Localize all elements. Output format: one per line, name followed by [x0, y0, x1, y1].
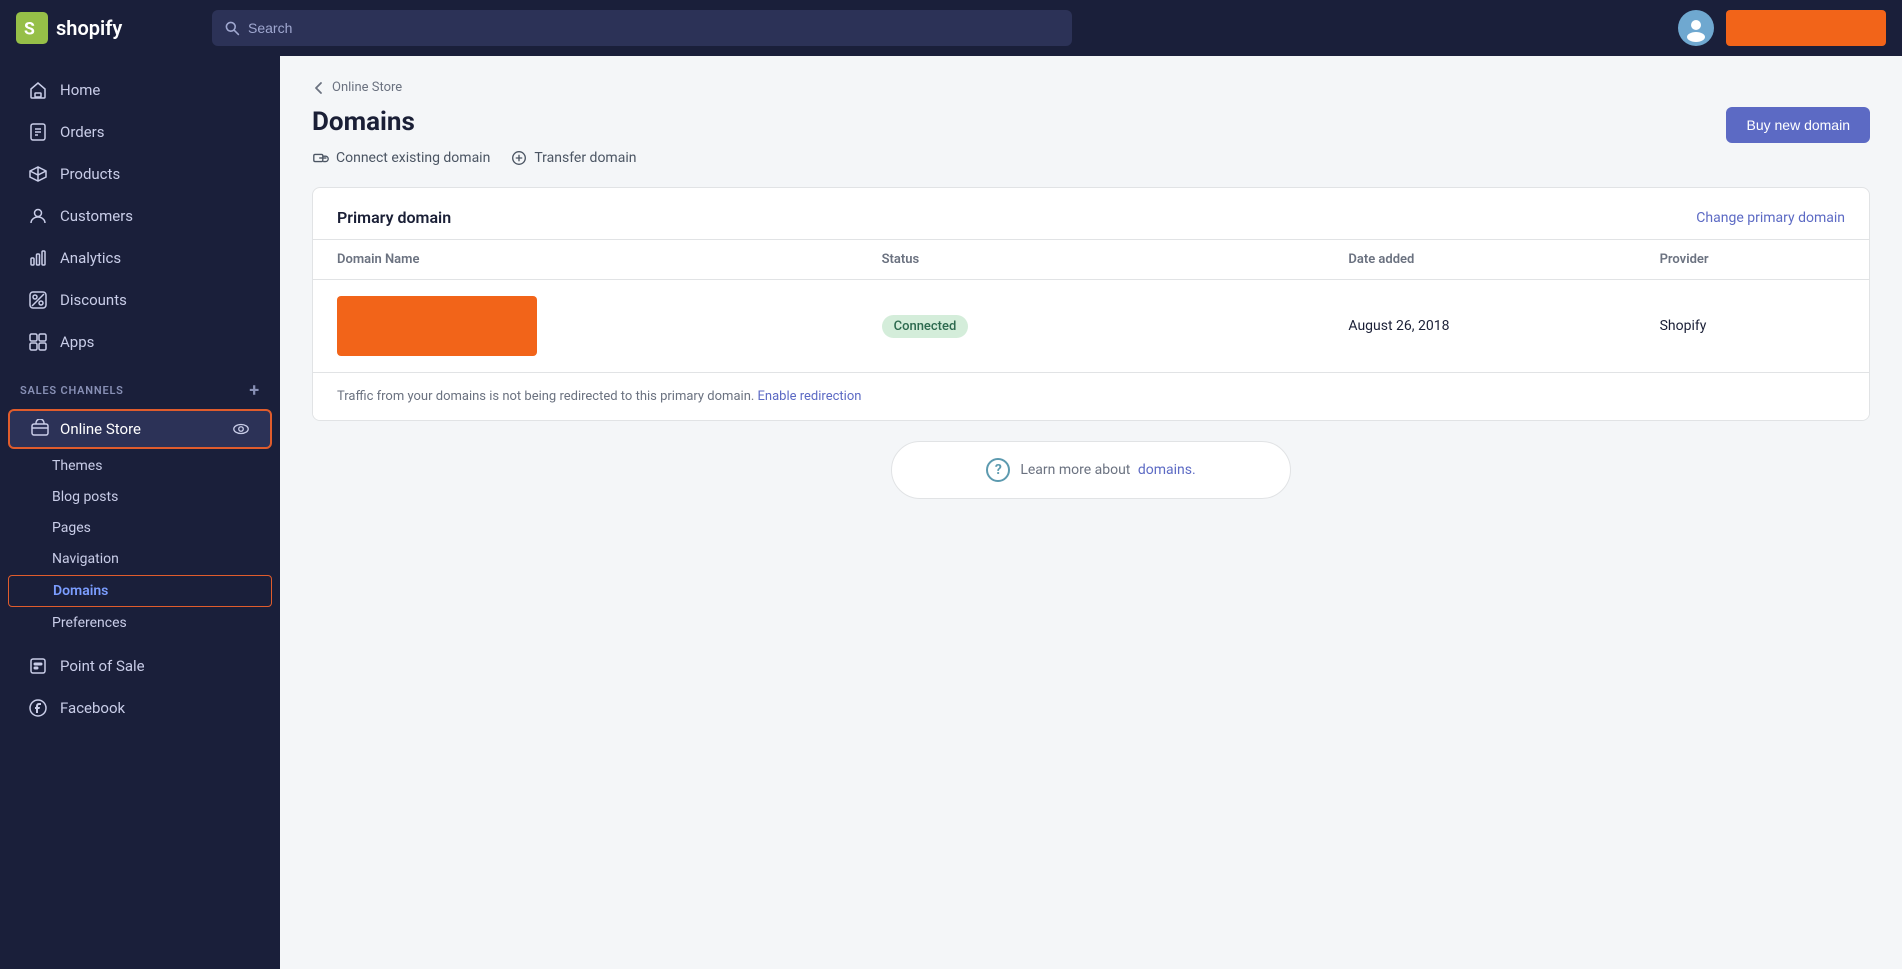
learn-more-box: ? Learn more about domains. — [891, 441, 1291, 499]
connect-domain-icon — [312, 149, 330, 167]
col-date-added: Date added — [1324, 240, 1635, 280]
pos-icon — [28, 656, 48, 676]
sidebar-item-analytics[interactable]: Analytics — [8, 238, 272, 278]
sidebar-sub-item-pages[interactable]: Pages — [8, 513, 272, 543]
logo-text: shopify — [56, 16, 122, 40]
domain-name-orange-block — [337, 296, 537, 356]
top-right-button[interactable] — [1726, 10, 1886, 46]
customers-icon — [28, 206, 48, 226]
col-provider: Provider — [1636, 240, 1869, 280]
buy-new-domain-button[interactable]: Buy new domain — [1726, 107, 1870, 143]
chevron-left-icon — [312, 81, 326, 95]
sales-channels-title: SALES CHANNELS + — [0, 364, 280, 407]
redirect-notice: Traffic from your domains is not being r… — [313, 372, 1869, 420]
connect-domain-label: Connect existing domain — [336, 150, 490, 166]
sidebar-item-orders[interactable]: Orders — [8, 112, 272, 152]
breadcrumb-text: Online Store — [332, 80, 402, 95]
sidebar-item-customers[interactable]: Customers — [8, 196, 272, 236]
search-icon — [224, 20, 240, 36]
sidebar-item-home-label: Home — [60, 81, 100, 99]
sidebar-item-pos[interactable]: Point of Sale — [8, 646, 272, 686]
preferences-label: Preferences — [52, 615, 127, 631]
redirect-notice-text: Traffic from your domains is not being r… — [337, 389, 754, 404]
change-primary-domain-link[interactable]: Change primary domain — [1696, 210, 1845, 226]
domains-label: Domains — [53, 583, 108, 599]
enable-redirection-link[interactable]: Enable redirection — [758, 389, 862, 404]
sidebar-item-apps-label: Apps — [60, 333, 94, 351]
domain-table: Domain Name Status Date added Provider C… — [313, 240, 1869, 372]
svg-text:S: S — [24, 19, 35, 39]
facebook-label: Facebook — [60, 699, 125, 717]
domain-card: Primary domain Change primary domain Dom… — [312, 187, 1870, 421]
domain-table-row: Connected August 26, 2018 Shopify — [313, 280, 1869, 373]
sidebar-item-apps[interactable]: Apps — [8, 322, 272, 362]
analytics-icon — [28, 248, 48, 268]
main-content: Online Store Domains Buy new domain Conn… — [280, 56, 1902, 969]
transfer-domain-label: Transfer domain — [534, 150, 636, 166]
domain-card-header: Primary domain Change primary domain — [313, 188, 1869, 240]
domain-name-cell — [313, 280, 858, 373]
sidebar-item-home[interactable]: Home — [8, 70, 272, 110]
transfer-domain-link[interactable]: Transfer domain — [510, 149, 636, 167]
facebook-icon — [28, 698, 48, 718]
top-nav: S shopify — [0, 0, 1902, 56]
apps-icon — [28, 332, 48, 352]
transfer-domain-icon — [510, 149, 528, 167]
domains-link[interactable]: domains. — [1138, 462, 1196, 478]
pages-label: Pages — [52, 520, 91, 536]
search-input[interactable] — [248, 20, 1060, 36]
blog-posts-label: Blog posts — [52, 489, 118, 505]
sidebar: Home Orders Products — [0, 56, 280, 969]
themes-label: Themes — [52, 458, 102, 474]
col-domain-name: Domain Name — [313, 240, 858, 280]
sidebar-item-products-label: Products — [60, 165, 120, 183]
sidebar-item-discounts-label: Discounts — [60, 291, 127, 309]
help-icon: ? — [986, 458, 1010, 482]
date-added-cell: August 26, 2018 — [1324, 280, 1635, 373]
status-cell: Connected — [858, 280, 1325, 373]
sidebar-item-online-store[interactable]: Online Store — [8, 409, 272, 449]
sidebar-item-products[interactable]: Products — [8, 154, 272, 194]
sidebar-sub-item-navigation[interactable]: Navigation — [8, 544, 272, 574]
sidebar-item-customers-label: Customers — [60, 207, 133, 225]
sidebar-sub-item-preferences[interactable]: Preferences — [8, 608, 272, 638]
orders-icon — [28, 122, 48, 142]
sidebar-item-orders-label: Orders — [60, 123, 105, 141]
provider-cell: Shopify — [1636, 280, 1869, 373]
sidebar-item-analytics-label: Analytics — [60, 249, 121, 267]
products-icon — [28, 164, 48, 184]
home-icon — [28, 80, 48, 100]
primary-domain-title: Primary domain — [337, 208, 451, 227]
sidebar-sub-item-themes[interactable]: Themes — [8, 451, 272, 481]
sidebar-item-facebook[interactable]: Facebook — [8, 688, 272, 728]
app-body: Home Orders Products — [0, 56, 1902, 969]
online-store-icon — [30, 419, 50, 439]
logo-area: S shopify — [16, 12, 196, 44]
pos-label: Point of Sale — [60, 657, 145, 675]
status-badge: Connected — [882, 315, 969, 338]
eye-icon[interactable] — [232, 420, 250, 438]
col-status: Status — [858, 240, 1325, 280]
navigation-label: Navigation — [52, 551, 119, 567]
avatar[interactable] — [1678, 10, 1714, 46]
add-sales-channel-icon[interactable]: + — [249, 380, 260, 401]
breadcrumb[interactable]: Online Store — [312, 80, 1870, 95]
search-bar[interactable] — [212, 10, 1072, 46]
learn-more-text: Learn more about domains. — [1020, 462, 1195, 478]
page-title: Domains — [312, 107, 415, 137]
page-header-row: Domains Buy new domain — [312, 107, 1870, 149]
sidebar-sub-item-blog-posts[interactable]: Blog posts — [8, 482, 272, 512]
sidebar-item-discounts[interactable]: Discounts — [8, 280, 272, 320]
page-actions: Connect existing domain Transfer domain — [312, 149, 1870, 167]
sidebar-sub-item-domains[interactable]: Domains — [8, 575, 272, 607]
online-store-label: Online Store — [60, 420, 141, 438]
nav-right — [1678, 10, 1886, 46]
shopify-logo-icon: S — [16, 12, 48, 44]
discounts-icon — [28, 290, 48, 310]
connect-existing-domain-link[interactable]: Connect existing domain — [312, 149, 490, 167]
